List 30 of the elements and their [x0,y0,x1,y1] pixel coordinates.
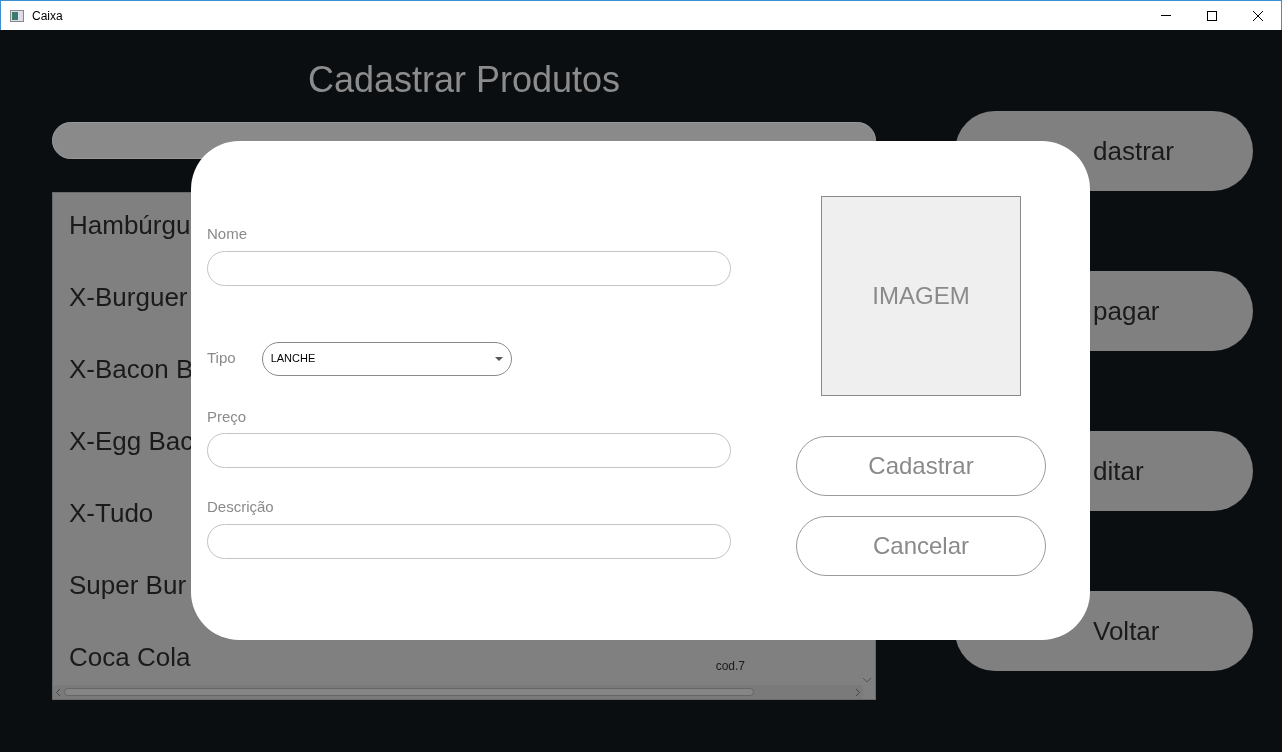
scrollbar-thumb[interactable] [64,688,754,696]
dialog-button[interactable]: Cadastrar [796,436,1046,496]
product-code: cod.7 [715,658,745,675]
field-label: Tipo [207,348,236,369]
maximize-icon [1207,10,1217,21]
product-name[interactable]: X-Egg Bac [69,425,194,457]
product-name[interactable]: X-Tudo [69,497,154,529]
text-field[interactable] [207,250,731,286]
product-name[interactable]: X-Bacon B [69,353,194,385]
window-title: Caixa [32,7,63,25]
field-label: Descrição [207,497,275,517]
caret-icon [494,356,503,361]
close-icon [1253,10,1263,21]
scroll-left-icon[interactable] [56,688,60,696]
product-name[interactable]: Super Bur [69,569,187,601]
field-label: Nome [207,224,248,244]
scroll-down-icon[interactable] [863,678,871,683]
horizontal-scrollbar[interactable] [53,685,863,699]
dialog-button[interactable]: Cancelar [796,516,1046,576]
image-frame[interactable]: IMAGEM [821,196,1021,396]
scroll-right-icon[interactable] [856,688,860,696]
minimize-icon [1161,15,1171,16]
product-name[interactable]: Hambúrgu [69,209,191,241]
app-icon [10,9,24,22]
product-name[interactable]: X-Burguer [69,281,188,313]
text-field[interactable] [207,523,731,559]
product-name[interactable]: Coca Cola [69,641,191,673]
page-heading: Cadastrar Produtos [306,58,622,102]
text-field[interactable] [207,433,731,468]
field-label: Preço [207,406,248,427]
